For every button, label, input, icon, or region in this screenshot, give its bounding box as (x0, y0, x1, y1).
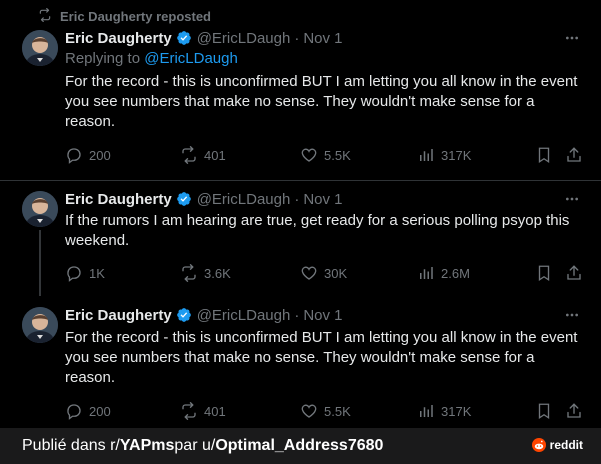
avatar[interactable] (22, 191, 58, 227)
bookmark-button[interactable] (535, 145, 553, 165)
bookmark-icon (538, 147, 550, 164)
retweet-icon (182, 402, 196, 420)
verified-badge-icon (176, 31, 191, 45)
subreddit-link[interactable]: YAPms (120, 437, 175, 455)
verified-badge-icon (176, 308, 191, 322)
tweet-date[interactable]: Nov 1 (303, 307, 342, 324)
tweet-1[interactable]: Eric Daugherty @EricLDaugh · Nov 1 Reply… (0, 0, 601, 180)
bookmark-icon (538, 265, 550, 282)
replying-to: Replying to @EricLDaugh (65, 50, 238, 67)
retweet-count: 3.6K (204, 265, 231, 281)
more-options-button[interactable] (563, 306, 581, 324)
more-options-button[interactable] (563, 29, 581, 47)
action-bar: 200 401 5.5K 317K (65, 145, 585, 165)
views-button[interactable]: 317K (417, 145, 471, 165)
share-icon (567, 147, 581, 162)
bookmark-icon (538, 403, 550, 420)
handle[interactable]: @EricLDaugh (197, 307, 291, 324)
reply-count: 1K (89, 265, 105, 281)
tweet-header: Eric Daugherty @EricLDaugh · Nov 1 (65, 189, 343, 209)
reddit-brand-text: reddit (549, 438, 583, 452)
tweet-header: Eric Daugherty @EricLDaugh · Nov 1 (65, 28, 343, 48)
tweet-3[interactable]: Eric Daugherty @EricLDaugh · Nov 1 For t… (0, 297, 601, 428)
more-options-button[interactable] (563, 190, 581, 208)
thread-connector-line (39, 230, 41, 296)
reddit-logo[interactable]: reddit (531, 438, 583, 452)
like-button[interactable]: 5.5K (300, 401, 351, 421)
footer-middle: par u/ (174, 437, 216, 454)
like-count: 5.5K (324, 403, 351, 419)
reply-icon (67, 266, 81, 282)
verified-badge-icon (176, 192, 191, 206)
share-button[interactable] (565, 401, 583, 421)
views-count: 317K (441, 147, 472, 163)
handle[interactable]: @EricLDaugh (197, 30, 291, 47)
action-bar: 1K 3.6K 30K 2.6M (65, 263, 585, 283)
tweet-header: Eric Daugherty @EricLDaugh · Nov 1 (65, 305, 343, 325)
footer-prefix: Publié dans r/ (22, 437, 120, 454)
like-button[interactable]: 30K (300, 263, 347, 283)
more-icon (566, 313, 578, 317)
tweet-text: If the rumors I am hearing are true, get… (65, 212, 570, 249)
reply-count: 200 (89, 147, 111, 163)
retweet-button[interactable]: 401 (180, 401, 226, 421)
retweet-count: 401 (204, 403, 226, 419)
views-icon (420, 405, 433, 417)
tweet-text: For the record - this is unconfirmed BUT… (65, 329, 578, 386)
retweet-button[interactable]: 3.6K (180, 263, 231, 283)
retweet-icon (182, 264, 196, 282)
share-button[interactable] (565, 145, 583, 165)
display-name[interactable]: Eric Daugherty (65, 30, 172, 47)
share-icon (567, 265, 581, 280)
reddit-logo-icon (531, 438, 546, 452)
reply-button[interactable]: 1K (65, 263, 105, 283)
separator-dot: · (294, 306, 300, 324)
display-name[interactable]: Eric Daugherty (65, 307, 172, 324)
more-icon (566, 36, 578, 40)
retweet-button[interactable]: 401 (180, 145, 226, 165)
avatar[interactable] (22, 30, 58, 66)
views-button[interactable]: 317K (417, 401, 471, 421)
avatar[interactable] (22, 307, 58, 343)
replying-mention-link[interactable]: @EricLDaugh (144, 50, 238, 67)
action-bar: 200 401 5.5K 317K (65, 401, 585, 421)
display-name[interactable]: Eric Daugherty (65, 191, 172, 208)
handle[interactable]: @EricLDaugh (197, 191, 291, 208)
reply-count: 200 (89, 403, 111, 419)
views-button[interactable]: 2.6M (417, 263, 470, 283)
share-button[interactable] (565, 263, 583, 283)
separator-dot: · (294, 190, 300, 208)
reply-button[interactable]: 200 (65, 401, 111, 421)
user-link[interactable]: Optimal_Address7680 (215, 437, 383, 455)
tweet-2[interactable]: Eric Daugherty @EricLDaugh · Nov 1 If th… (0, 181, 601, 291)
like-icon (301, 404, 317, 418)
tweet-date[interactable]: Nov 1 (303, 191, 342, 208)
like-icon (301, 266, 317, 280)
bookmark-button[interactable] (535, 263, 553, 283)
views-icon (420, 149, 433, 161)
bookmark-button[interactable] (535, 401, 553, 421)
reply-icon (67, 148, 81, 164)
views-icon (420, 267, 433, 279)
like-icon (301, 148, 317, 162)
like-button[interactable]: 5.5K (300, 145, 351, 165)
tweet-text: For the record - this is unconfirmed BUT… (65, 73, 578, 130)
like-count: 30K (324, 265, 348, 281)
retweet-count: 401 (204, 147, 226, 163)
replying-prefix: Replying to (65, 50, 141, 67)
tweet-date[interactable]: Nov 1 (303, 30, 342, 47)
share-icon (567, 403, 581, 418)
like-count: 5.5K (324, 147, 351, 163)
reply-button[interactable]: 200 (65, 145, 111, 165)
views-count: 2.6M (441, 265, 470, 281)
reddit-attribution-bar: Publié dans r/YAPms par u/Optimal_Addres… (0, 428, 601, 464)
reply-icon (67, 404, 81, 420)
separator-dot: · (294, 29, 300, 47)
retweet-icon (182, 146, 196, 164)
views-count: 317K (441, 403, 472, 419)
more-icon (566, 197, 578, 201)
